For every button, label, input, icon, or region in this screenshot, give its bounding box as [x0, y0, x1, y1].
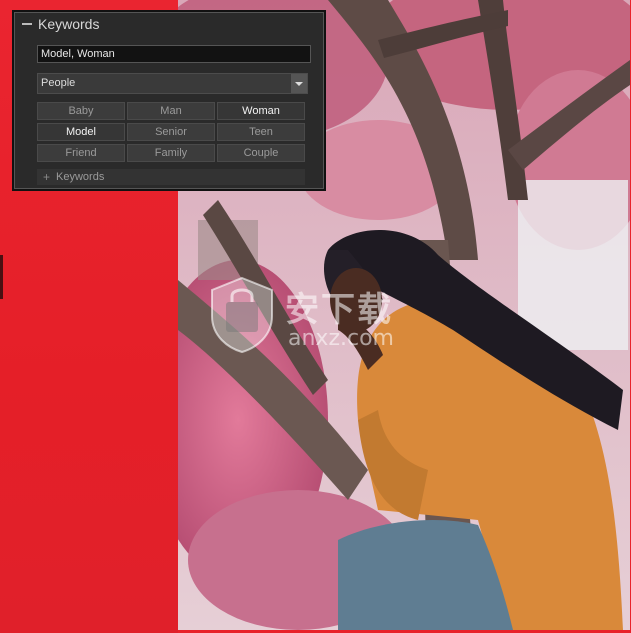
panel-title: Keywords — [38, 16, 100, 32]
keyword-button-couple[interactable]: Couple — [217, 144, 305, 162]
window-edge — [0, 255, 3, 299]
keyword-button-teen[interactable]: Teen — [217, 123, 305, 141]
panel-header[interactable]: Keywords — [14, 12, 324, 36]
subsection-label: Keywords — [56, 171, 105, 183]
keywords-panel: Keywords Model, Woman People Baby Man Wo… — [12, 10, 326, 191]
shield-icon — [211, 276, 273, 354]
keywords-subsection-header[interactable]: + Keywords — [37, 169, 305, 185]
keyword-button-grid: Baby Man Woman Model Senior Teen Friend … — [37, 102, 305, 162]
keyword-button-family[interactable]: Family — [127, 144, 215, 162]
keyword-button-baby[interactable]: Baby — [37, 102, 125, 120]
keyword-button-man[interactable]: Man — [127, 102, 215, 120]
watermark-text: 安下载 — [285, 290, 393, 330]
category-select[interactable]: People — [37, 73, 308, 94]
plus-icon[interactable]: + — [43, 171, 50, 183]
keyword-button-senior[interactable]: Senior — [127, 123, 215, 141]
minus-icon[interactable] — [22, 23, 32, 25]
dropdown-button[interactable] — [291, 74, 307, 93]
keyword-button-model[interactable]: Model — [37, 123, 125, 141]
keyword-button-woman[interactable]: Woman — [217, 102, 305, 120]
chevron-down-icon — [295, 81, 303, 86]
keywords-input[interactable]: Model, Woman — [37, 45, 311, 63]
keyword-button-friend[interactable]: Friend — [37, 144, 125, 162]
watermark-url: anxz.com — [288, 326, 394, 351]
category-selected-value: People — [41, 77, 76, 89]
